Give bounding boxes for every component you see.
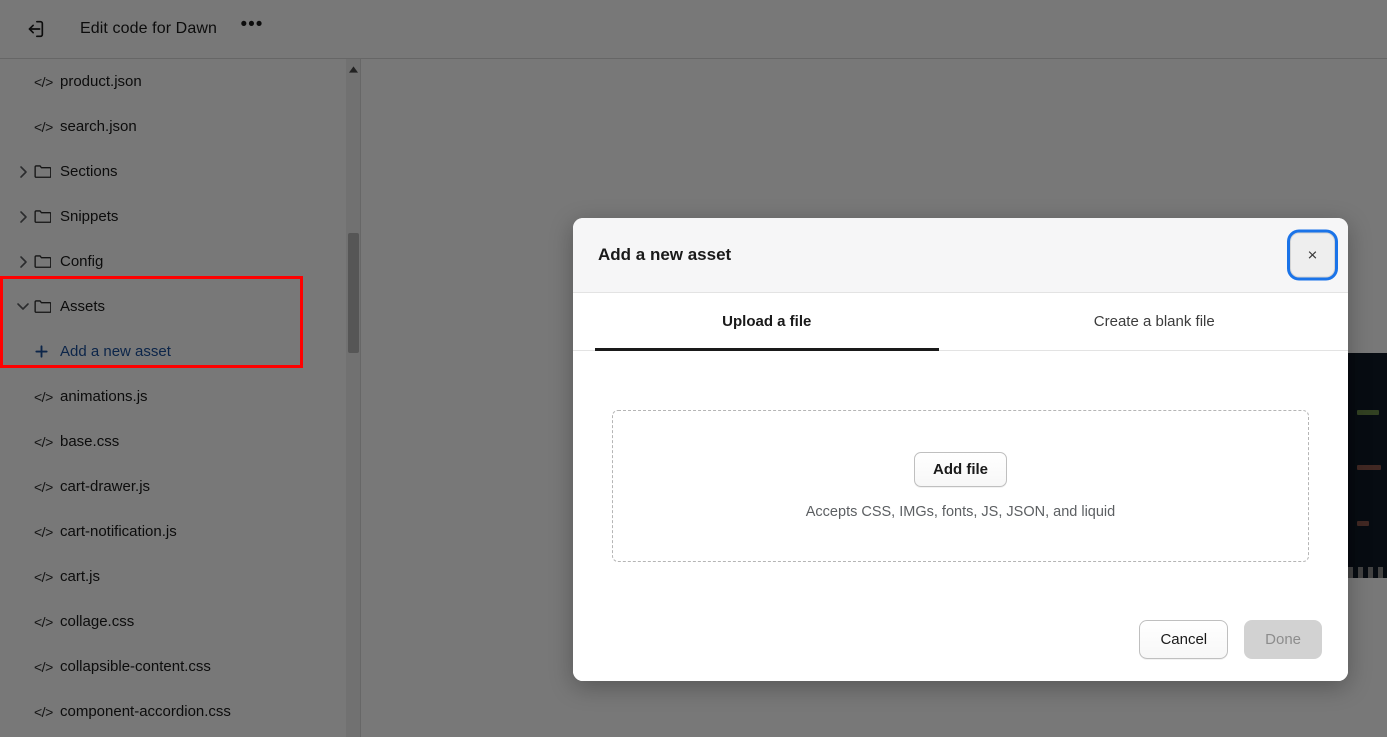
dialog-body: Upload a file Create a blank file Add fi… bbox=[573, 293, 1348, 681]
dialog-header: Add a new asset × bbox=[573, 218, 1348, 293]
screen-root: Edit code for Dawn ••• </> product.json … bbox=[0, 0, 1387, 737]
close-icon[interactable]: × bbox=[1290, 232, 1335, 278]
done-button: Done bbox=[1244, 619, 1322, 659]
add-a-new-asset-dialog: Add a new asset × Upload a file Create a… bbox=[573, 218, 1348, 681]
cancel-button[interactable]: Cancel bbox=[1139, 619, 1229, 659]
file-dropzone[interactable]: Add file Accepts CSS, IMGs, fonts, JS, J… bbox=[612, 410, 1309, 562]
add-file-button[interactable]: Add file bbox=[914, 452, 1007, 487]
dialog-footer: Cancel Done bbox=[573, 597, 1348, 681]
dialog-title: Add a new asset bbox=[598, 245, 732, 264]
tab-create-a-blank-file[interactable]: Create a blank file bbox=[961, 293, 1349, 350]
dialog-tabs: Upload a file Create a blank file bbox=[573, 293, 1348, 351]
dropzone-hint-text: Accepts CSS, IMGs, fonts, JS, JSON, and … bbox=[805, 504, 1116, 520]
tab-upload-a-file[interactable]: Upload a file bbox=[573, 293, 961, 351]
